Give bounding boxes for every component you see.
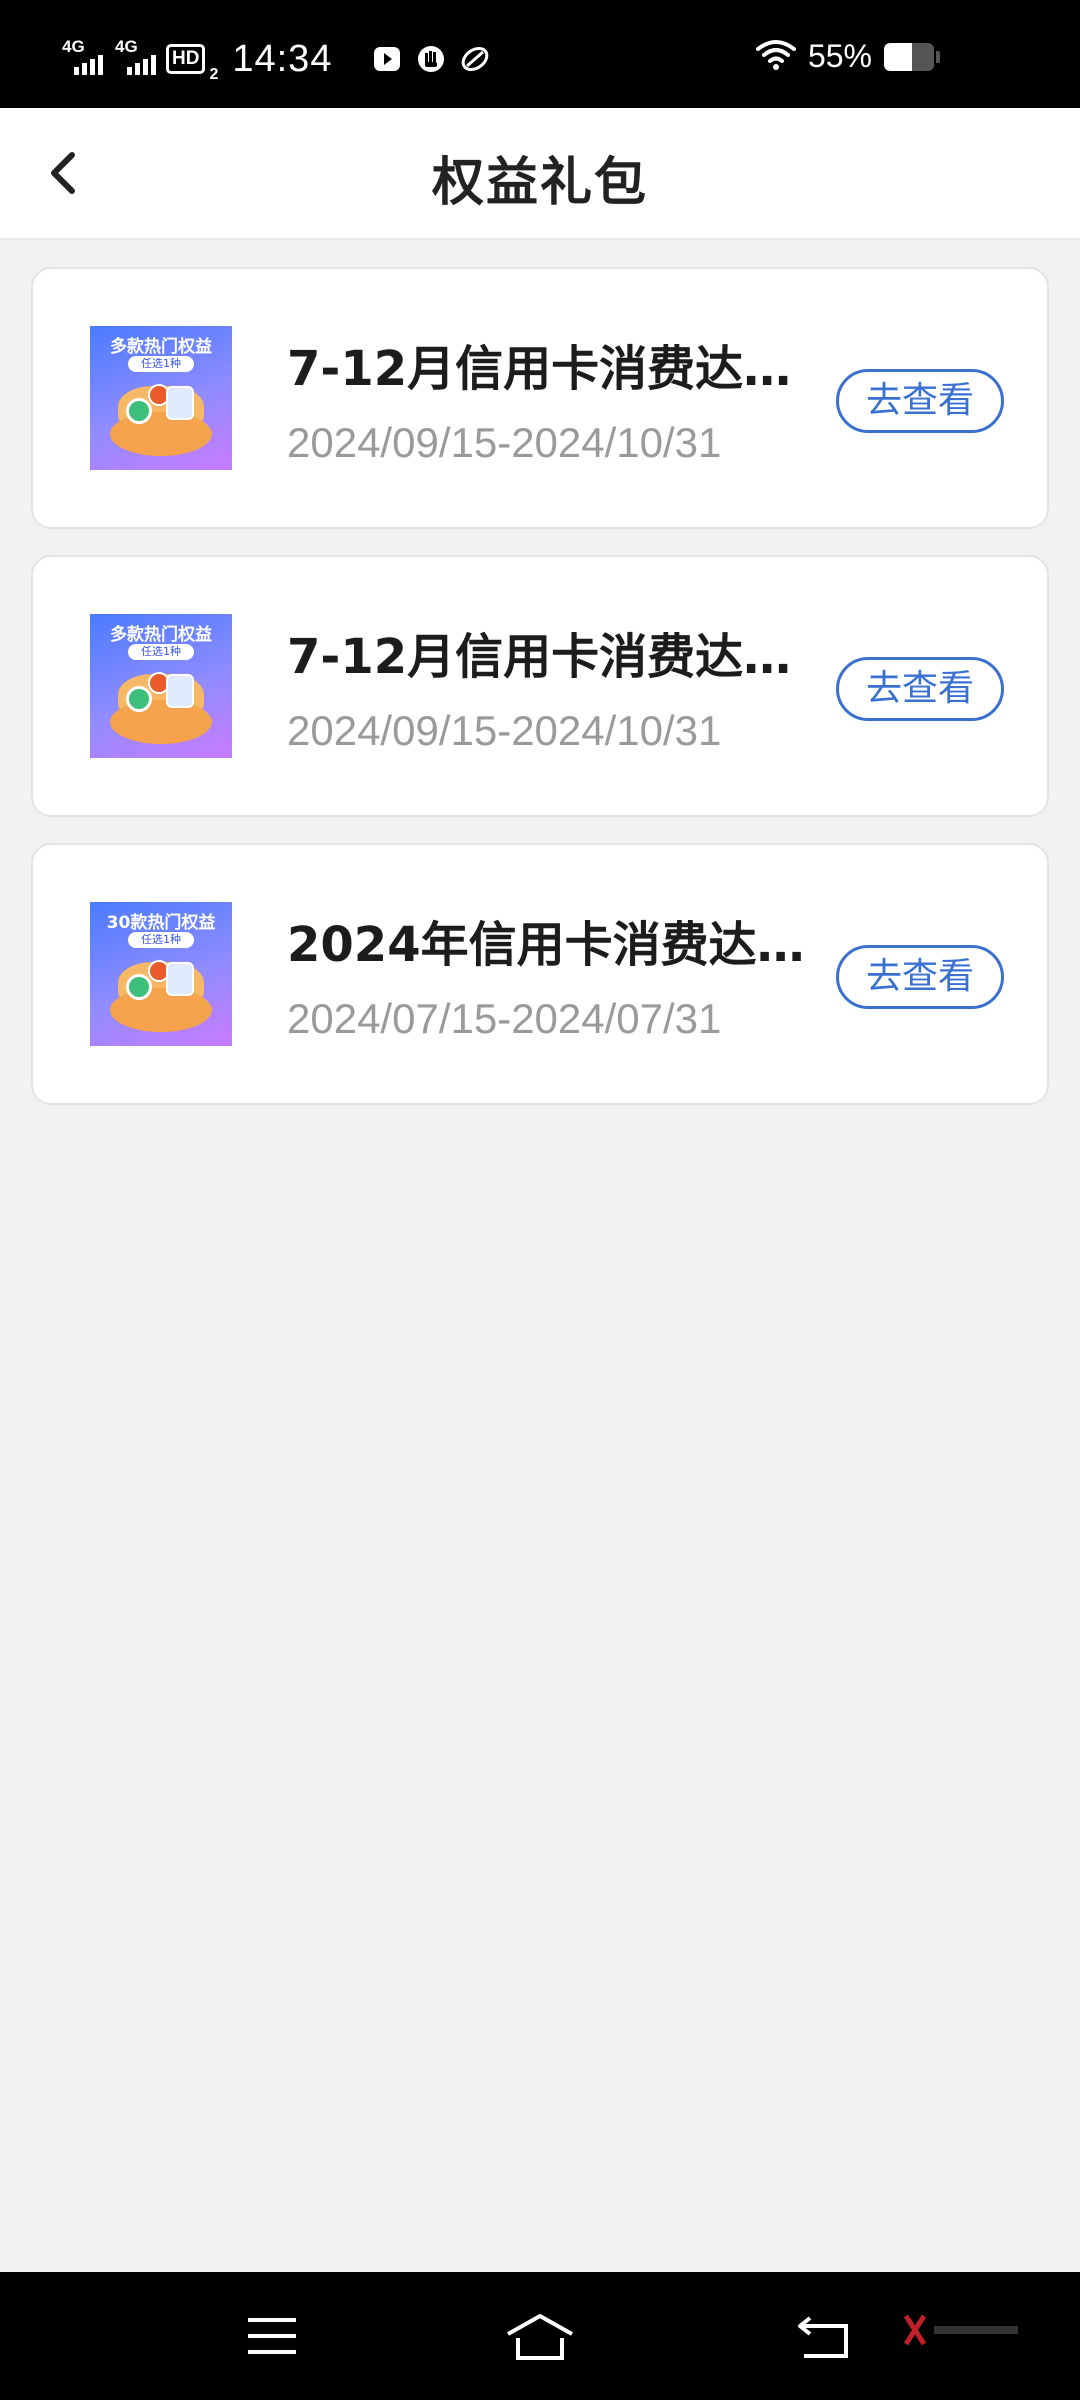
card-date-range: 2024/07/15-2024/07/31 — [287, 995, 722, 1042]
battery-cap — [936, 50, 940, 63]
network-type-2: 4G — [115, 37, 138, 56]
hd-voice-icon: HD — [166, 44, 206, 74]
benefit-thumbnail: 30款热门权益 任选1种 — [90, 902, 232, 1046]
hd-voice-sub: 2 — [209, 66, 219, 83]
card-date-range: 2024/09/15-2024/10/31 — [287, 707, 722, 754]
benefit-card[interactable]: 30款热门权益 任选1种 2024年信用卡消费达… 2024/07/15-202… — [31, 843, 1049, 1105]
card-title: 2024年信用卡消费达… — [287, 917, 805, 973]
status-right: 55% — [755, 38, 940, 75]
thumbnail-subtitle: 任选1种 — [128, 644, 194, 660]
page-title: 权益礼包 — [431, 153, 648, 213]
video-play-icon — [372, 44, 402, 74]
battery-icon — [884, 42, 934, 71]
card-title: 7-12月信用卡消费达… — [287, 341, 792, 397]
watermark-logo — [903, 2310, 1024, 2350]
thumbnail-subtitle: 任选1种 — [128, 932, 194, 948]
clock: 14:34 — [232, 37, 333, 80]
thumbnail-title: 多款热门权益 — [110, 625, 212, 645]
benefit-card[interactable]: 多款热门权益 任选1种 7-12月信用卡消费达… 2024/09/15-2024… — [31, 267, 1049, 529]
benefit-card[interactable]: 多款热门权益 任选1种 7-12月信用卡消费达… 2024/09/15-2024… — [31, 555, 1049, 817]
card-date-range: 2024/09/15-2024/10/31 — [287, 419, 722, 466]
card-title: 7-12月信用卡消费达… — [287, 629, 792, 685]
status-left: 4G 4G HD 2 14:34 — [60, 34, 490, 84]
cellular-signal-1-icon: 4G — [60, 37, 103, 75]
hand-app-icon — [416, 44, 446, 74]
battery-percent: 55% — [807, 38, 872, 74]
notification-icons — [372, 44, 490, 74]
view-button[interactable]: 去查看 — [836, 945, 1004, 1009]
view-button[interactable]: 去查看 — [836, 369, 1004, 433]
status-bar: 4G 4G HD 2 14:34 55% — [0, 0, 1080, 108]
menu-icon[interactable] — [244, 2310, 300, 2362]
home-icon[interactable] — [504, 2310, 576, 2362]
thumbnail-subtitle: 任选1种 — [128, 356, 194, 372]
view-button[interactable]: 去查看 — [836, 657, 1004, 721]
nav-bar: 权益礼包 — [0, 108, 1080, 240]
thumbnail-title: 多款热门权益 — [110, 337, 212, 357]
cellular-signal-2-icon: 4G — [113, 37, 156, 75]
thumbnail-title: 30款热门权益 — [106, 913, 216, 933]
leaf-app-icon — [460, 44, 490, 74]
benefit-thumbnail: 多款热门权益 任选1种 — [90, 326, 232, 470]
network-type-1: 4G — [62, 37, 85, 56]
benefit-thumbnail: 多款热门权益 任选1种 — [90, 614, 232, 758]
back-nav-icon[interactable] — [796, 2310, 852, 2362]
wifi-icon — [755, 39, 796, 75]
